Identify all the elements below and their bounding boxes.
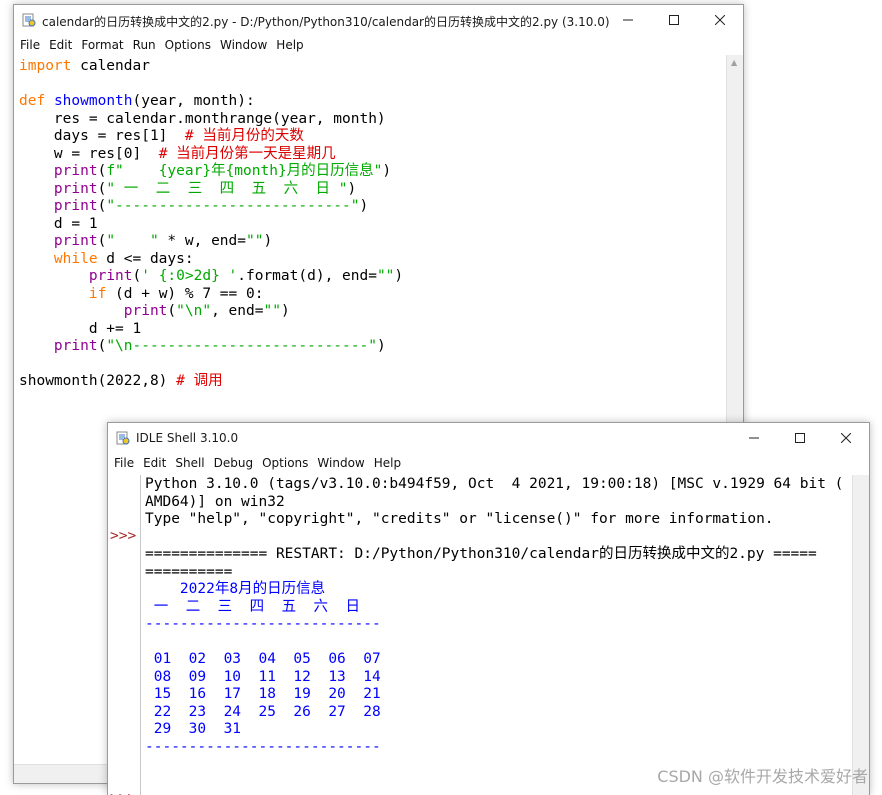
calendar-row: 15 16 17 18 19 20 21 <box>145 686 381 702</box>
menu-options[interactable]: Options <box>162 38 214 52</box>
menu-edit[interactable]: Edit <box>140 456 169 470</box>
shell-titlebar[interactable]: IDLE Shell 3.10.0 <box>108 423 869 453</box>
calendar-separator: --------------------------- <box>145 616 381 632</box>
minimize-button[interactable] <box>731 423 777 453</box>
menu-run[interactable]: Run <box>130 38 159 52</box>
shell-prompt: >>> <box>110 528 137 544</box>
shell-prompt: >>> <box>110 790 136 795</box>
editor-menubar: File Edit Format Run Options Window Help <box>14 35 743 55</box>
maximize-button[interactable] <box>777 423 823 453</box>
menu-help[interactable]: Help <box>371 456 404 470</box>
shell-output[interactable]: Python 3.10.0 (tags/v3.10.0:b494f59, Oct… <box>145 476 853 756</box>
maximize-icon <box>669 15 679 25</box>
shell-window: IDLE Shell 3.10.0 File Edit Shell Debug … <box>107 422 870 795</box>
close-icon <box>715 15 725 25</box>
menu-file[interactable]: File <box>111 456 137 470</box>
minimize-button[interactable] <box>605 5 651 35</box>
menu-debug[interactable]: Debug <box>211 456 256 470</box>
menu-edit[interactable]: Edit <box>46 38 75 52</box>
idle-icon <box>116 431 130 445</box>
restart-line: ========== <box>145 563 233 580</box>
close-button[interactable] <box>823 423 869 453</box>
shell-title: IDLE Shell 3.10.0 <box>136 431 239 445</box>
maximize-icon <box>795 433 805 443</box>
calendar-row: 29 30 31 <box>145 721 242 737</box>
calendar-header: 2022年8月的日历信息 <box>145 581 326 597</box>
menu-window[interactable]: Window <box>217 38 270 52</box>
banner-line: Python 3.10.0 (tags/v3.10.0:b494f59, Oct… <box>145 476 844 492</box>
banner-line: AMD64)] on win32 <box>145 493 285 510</box>
editor-titlebar[interactable]: calendar的日历转换成中文的2.py - D:/Python/Python… <box>14 5 743 35</box>
prompt-gutter: >>> >>> <box>108 475 141 795</box>
shell-vertical-scrollbar[interactable] <box>852 475 869 795</box>
calendar-row: 08 09 10 11 12 13 14 <box>145 668 381 685</box>
menu-format[interactable]: Format <box>78 38 126 52</box>
minimize-icon <box>623 19 633 21</box>
calendar-separator: --------------------------- <box>145 738 381 755</box>
menu-window[interactable]: Window <box>314 456 367 470</box>
watermark: CSDN @软件开发技术爱好者 <box>657 767 868 786</box>
calendar-row: 01 02 03 04 05 06 07 <box>145 651 381 667</box>
menu-help[interactable]: Help <box>273 38 306 52</box>
python-file-icon <box>22 13 36 27</box>
menu-options[interactable]: Options <box>259 456 311 470</box>
banner-line: Type "help", "copyright", "credits" or "… <box>145 511 774 527</box>
close-button[interactable] <box>697 5 743 35</box>
menu-shell[interactable]: Shell <box>172 456 207 470</box>
maximize-button[interactable] <box>651 5 697 35</box>
shell-menubar: File Edit Shell Debug Options Window Hel… <box>108 453 869 473</box>
scroll-up-icon[interactable]: ▲ <box>731 58 737 67</box>
restart-line: ============== RESTART: D:/Python/Python… <box>145 546 817 562</box>
calendar-weekdays: 一 二 三 四 五 六 日 <box>145 598 360 615</box>
calendar-row: 22 23 24 25 26 27 28 <box>145 703 381 720</box>
menu-file[interactable]: File <box>17 38 43 52</box>
editor-title: calendar的日历转换成中文的2.py - D:/Python/Python… <box>42 15 610 29</box>
close-icon <box>841 433 851 443</box>
minimize-icon <box>749 437 759 439</box>
